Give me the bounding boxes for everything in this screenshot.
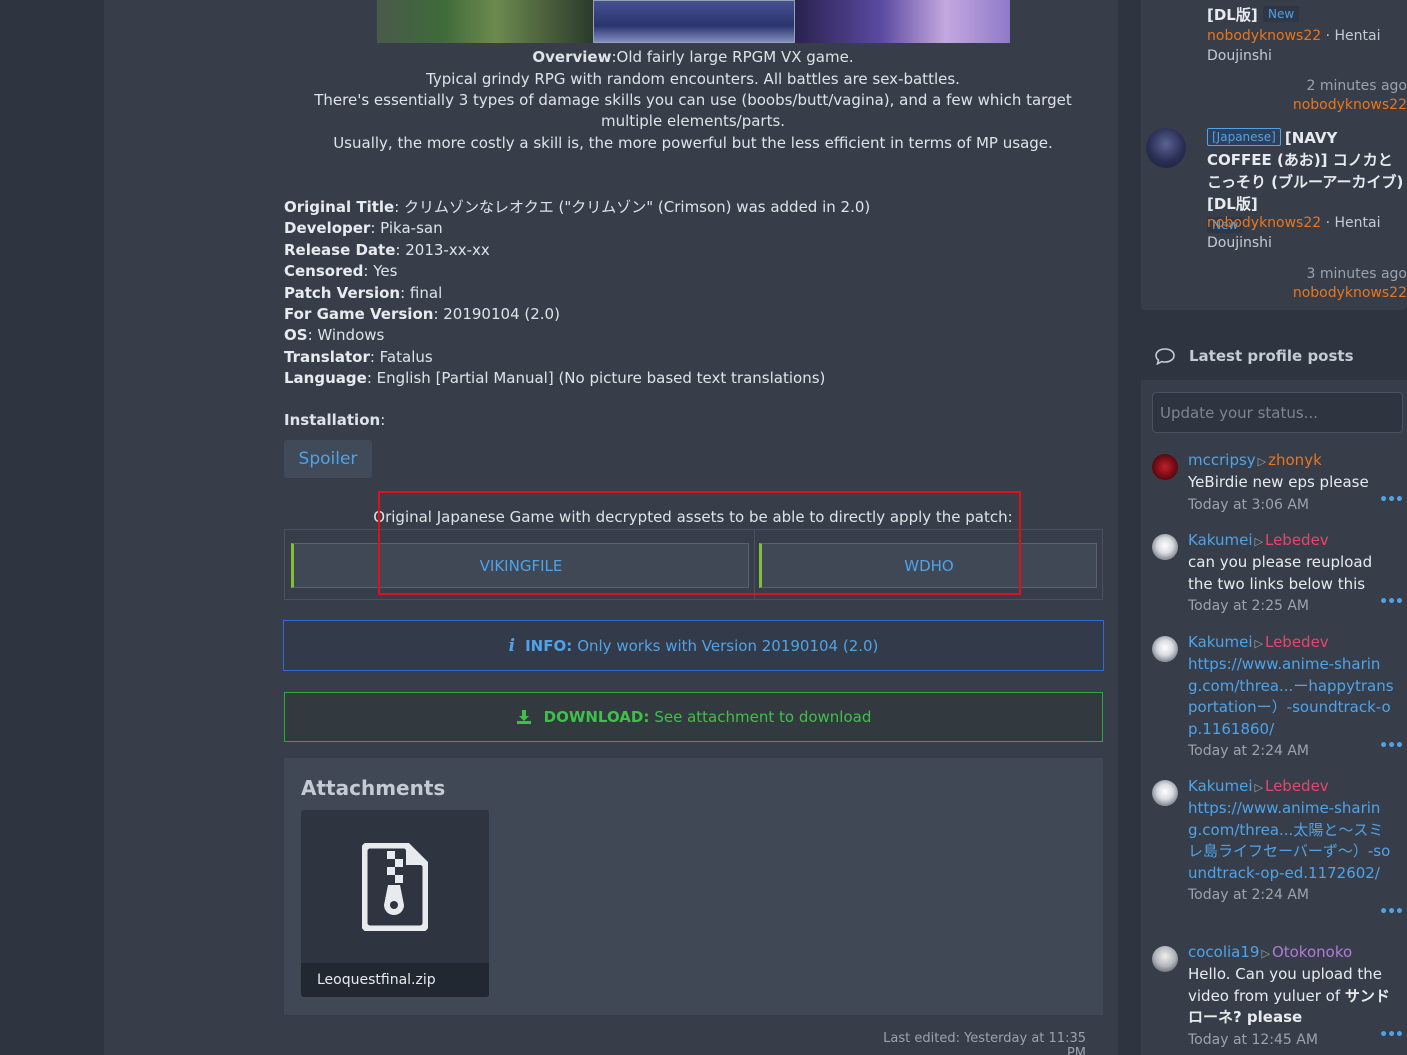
- patch-note: Original Japanese Game with decrypted as…: [373, 508, 1013, 526]
- post-author-link[interactable]: Kakumei: [1188, 633, 1253, 651]
- game-meta-list: Original Title: クリムゾンなレオクエ ("クリムゾン" (Cri…: [284, 197, 1102, 390]
- arrow-right-icon: ▷: [1254, 637, 1263, 650]
- status-input[interactable]: [1152, 392, 1403, 433]
- meta-censored: Censored: Yes: [284, 262, 398, 281]
- thread-last-poster[interactable]: nobodyknows22: [1293, 285, 1407, 301]
- thread-author-link[interactable]: nobodyknows22: [1207, 215, 1321, 231]
- download-box: DOWNLOAD: See attachment to download: [284, 692, 1103, 742]
- download-text: See attachment to download: [654, 708, 872, 726]
- meta-patch-version: Patch Version: final: [284, 283, 443, 302]
- attachment-filename[interactable]: Leoquestfinal.zip: [301, 963, 489, 997]
- arrow-right-icon: ▷: [1261, 947, 1270, 960]
- post-link[interactable]: https://www.anime-sharing.com/threa...ーh…: [1188, 655, 1394, 737]
- post-author-link[interactable]: Kakumei: [1188, 531, 1253, 549]
- thread-title[interactable]: [DL版] New: [1207, 4, 1407, 26]
- screenshot-thumb-1[interactable]: [377, 0, 593, 43]
- meta-original-title: Original Title: クリムゾンなレオクエ ("クリムゾン" (Cri…: [284, 198, 871, 216]
- last-edited: Last edited: Yesterday at 11:35 PM: [883, 1031, 1086, 1055]
- meta-translator: Translator: Fatalus: [284, 347, 433, 366]
- thread-time: 2 minutes ago: [1306, 78, 1407, 94]
- more-options-icon[interactable]: •••: [1379, 594, 1404, 610]
- spoiler-button[interactable]: Spoiler: [284, 440, 372, 478]
- info-box: i INFO: Only works with Version 20190104…: [283, 620, 1104, 671]
- link-cell-2: WDHO: [755, 530, 1102, 599]
- info-text: Only works with Version 20190104 (2.0): [577, 636, 879, 655]
- thread-meta: nobodyknows22 · Hentai Doujinshi: [1207, 28, 1381, 64]
- wdho-link[interactable]: WDHO: [759, 543, 1097, 588]
- meta-game-version: For Game Version: 20190104 (2.0): [284, 305, 560, 324]
- thread-time: 3 minutes ago: [1306, 266, 1407, 282]
- post-author-link[interactable]: Kakumei: [1188, 777, 1253, 795]
- post-body: Kakumei ▷ Lebedev https://www.anime-sharin…: [1188, 776, 1394, 906]
- thread-meta: nobodyknows22 · Hentai Doujinshi: [1207, 215, 1381, 251]
- vikingfile-link[interactable]: VIKINGFILE: [291, 543, 749, 588]
- overview-text: :Old fairly large RPGM VX game.: [611, 48, 854, 66]
- zip-file-icon[interactable]: [301, 810, 489, 963]
- download-links-table: VIKINGFILE WDHO: [284, 529, 1103, 600]
- post-time[interactable]: Today at 12:45 AM: [1188, 1032, 1318, 1048]
- post-time[interactable]: Today at 2:25 AM: [1188, 598, 1309, 614]
- description-line-4: Usually, the more costly a skill is, the…: [333, 134, 1053, 152]
- post-author-link[interactable]: cocolia19: [1188, 943, 1259, 961]
- more-options-icon[interactable]: •••: [1379, 904, 1404, 920]
- avatar[interactable]: [1152, 946, 1178, 972]
- thread-author-link[interactable]: nobodyknows22: [1207, 28, 1321, 44]
- overview-line: Overview:Old fairly large RPGM VX game.: [284, 47, 1102, 68]
- description-line-2: Typical grindy RPG with random encounter…: [426, 70, 960, 88]
- overview-label: Overview: [532, 48, 612, 66]
- attachments-section: Attachments Leoquestfinal.zip: [284, 758, 1103, 1015]
- thread-last-poster[interactable]: nobodyknows22: [1293, 97, 1407, 113]
- latest-threads-block: [DL版] New nobodyknows22 · Hentai Doujins…: [1141, 0, 1407, 310]
- post-recipient-link[interactable]: Otokonoko: [1272, 943, 1352, 961]
- post-text: YeBirdie new eps please: [1188, 473, 1369, 492]
- post-text: can you please reupload the two links be…: [1188, 553, 1373, 593]
- arrow-right-icon: ▷: [1254, 781, 1263, 794]
- post-author-link[interactable]: mccripsy: [1188, 451, 1256, 469]
- arrow-right-icon: ▷: [1254, 535, 1263, 548]
- avatar[interactable]: [1152, 534, 1178, 560]
- profile-posts-title: Latest profile posts: [1189, 347, 1354, 365]
- language-tag: [Japanese]: [1207, 128, 1281, 146]
- post-body: mccripsy ▷ zhonyk YeBirdie new eps please …: [1188, 450, 1394, 516]
- post-body: cocolia19 ▷ Otokonoko Hello. Can you uploa…: [1188, 942, 1394, 1051]
- meta-language: Language: English [Partial Manual] (No p…: [284, 369, 826, 388]
- post-recipient-link[interactable]: Lebedev: [1265, 777, 1329, 795]
- description-line-3: There's essentially 3 types of damage sk…: [314, 91, 1072, 130]
- post-body: Kakumei ▷ Lebedev https://www.anime-sharin…: [1188, 632, 1394, 762]
- download-label: DOWNLOAD:: [543, 708, 650, 726]
- avatar[interactable]: [1152, 780, 1178, 806]
- meta-os: OS: Windows: [284, 326, 385, 345]
- info-icon: i: [508, 635, 516, 656]
- info-label: INFO:: [525, 636, 573, 655]
- post-time[interactable]: Today at 3:06 AM: [1188, 497, 1309, 513]
- screenshot-strip[interactable]: [377, 0, 1010, 43]
- avatar[interactable]: [1152, 454, 1178, 480]
- profile-posts-block: mccripsy▷zhonyk YeBirdie new eps please …: [1141, 380, 1407, 1055]
- post-recipient-link[interactable]: Lebedev: [1265, 531, 1329, 549]
- post-recipient-link[interactable]: Lebedev: [1265, 633, 1329, 651]
- post-body: Kakumei ▷ Lebedev can you please reupload …: [1188, 530, 1394, 618]
- meta-developer: Developer: Pika-san: [284, 219, 443, 238]
- avatar[interactable]: [1152, 636, 1178, 662]
- post-time[interactable]: Today at 2:24 AM: [1188, 887, 1309, 903]
- screenshot-thumb-2[interactable]: [593, 0, 795, 43]
- more-options-icon[interactable]: •••: [1379, 738, 1404, 754]
- profile-posts-header: Latest profile posts: [1141, 336, 1407, 376]
- arrow-right-icon: ▷: [1257, 455, 1267, 468]
- meta-release-date: Release Date: 2013-xx-xx: [284, 240, 490, 259]
- download-icon: [516, 710, 531, 724]
- more-options-icon[interactable]: •••: [1379, 492, 1404, 508]
- speech-bubble-icon: [1155, 348, 1175, 365]
- link-cell-1: VIKINGFILE: [285, 530, 755, 599]
- post-time[interactable]: Today at 2:24 AM: [1188, 743, 1309, 759]
- screenshot-thumb-3[interactable]: [795, 0, 1010, 43]
- attachments-title: Attachments: [301, 776, 446, 800]
- attachment-card[interactable]: Leoquestfinal.zip: [301, 810, 489, 997]
- more-options-icon[interactable]: •••: [1379, 1027, 1404, 1043]
- avatar[interactable]: [1146, 128, 1186, 168]
- post-link[interactable]: https://www.anime-sharing.com/threa...太陽…: [1188, 799, 1390, 881]
- post-recipient-link[interactable]: zhonyk: [1268, 451, 1322, 469]
- new-badge: New: [1262, 6, 1300, 22]
- installation-heading: Installation:: [284, 411, 386, 429]
